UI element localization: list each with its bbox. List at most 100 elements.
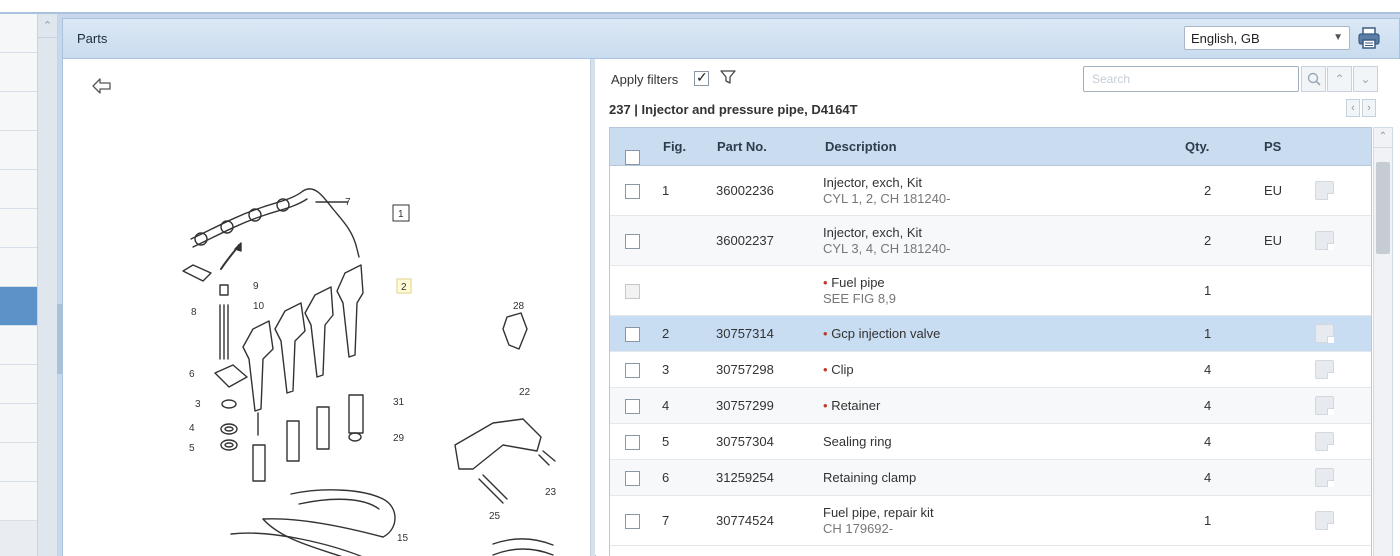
apply-filters-checkbox[interactable] bbox=[694, 69, 709, 86]
description-text: Sealing ring bbox=[823, 434, 892, 449]
next-section-button[interactable]: › bbox=[1362, 99, 1376, 117]
chevron-up-icon[interactable]: ⌃ bbox=[1374, 128, 1392, 148]
filter-funnel-icon[interactable] bbox=[720, 69, 736, 85]
callout-23[interactable]: 23 bbox=[545, 487, 557, 498]
table-row[interactable]: 2 30757314 • Gcp injection valve 1 bbox=[610, 316, 1371, 352]
cell-qty: 1 bbox=[1204, 283, 1212, 298]
row-checkbox[interactable] bbox=[625, 363, 640, 379]
callout-10[interactable]: 10 bbox=[253, 301, 265, 312]
nav-row[interactable] bbox=[0, 326, 37, 365]
row-checkbox[interactable] bbox=[625, 234, 640, 250]
language-select[interactable]: English, GB ▼ bbox=[1184, 26, 1350, 50]
row-checkbox[interactable] bbox=[625, 399, 640, 415]
nav-row[interactable] bbox=[0, 365, 37, 404]
nav-row[interactable] bbox=[0, 14, 37, 53]
row-checkbox[interactable] bbox=[625, 435, 640, 451]
table-scrollbar[interactable]: ⌃ bbox=[1373, 127, 1393, 556]
search-input[interactable] bbox=[1083, 66, 1299, 92]
nav-row[interactable] bbox=[0, 170, 37, 209]
cell-fig: 3 bbox=[662, 362, 670, 377]
nav-row[interactable] bbox=[0, 404, 37, 443]
exploded-parts-diagram[interactable]: 7 1 2 9 10 8 6 3 4 5 31 29 28 22 23 25 1… bbox=[63, 59, 591, 556]
left-rail-scrollbar[interactable]: ⌃ bbox=[37, 14, 57, 556]
note-icon[interactable] bbox=[1315, 324, 1334, 343]
note-icon[interactable] bbox=[1315, 181, 1334, 200]
nav-row[interactable] bbox=[0, 53, 37, 92]
injector-assembly-drawing: 7 1 2 9 10 8 6 3 4 5 31 29 28 22 23 25 1… bbox=[182, 188, 557, 556]
search-button[interactable] bbox=[1301, 66, 1326, 92]
table-row[interactable]: 1 36002236 Injector, exch, Kit CYL 1, 2, CH… bbox=[610, 166, 1371, 216]
table-row[interactable]: 4 30757299 • Retainer 4 bbox=[610, 388, 1371, 424]
cell-part-no: 30757314 bbox=[716, 326, 774, 341]
nav-row[interactable] bbox=[0, 131, 37, 170]
table-row[interactable]: 36002237 Injector, exch, Kit CYL 3, 4, CH … bbox=[610, 216, 1371, 266]
description-text: Retaining clamp bbox=[823, 470, 917, 485]
diagram-page-tabs[interactable] bbox=[111, 552, 223, 556]
nav-row[interactable] bbox=[0, 443, 37, 482]
nav-row[interactable] bbox=[0, 482, 37, 521]
scrollbar-thumb[interactable] bbox=[1376, 162, 1390, 254]
apply-filters-label: Apply filters bbox=[611, 72, 679, 87]
nav-row[interactable] bbox=[0, 92, 37, 131]
callout-1[interactable]: 1 bbox=[398, 209, 404, 220]
callout-31[interactable]: 31 bbox=[393, 397, 405, 408]
callout-9[interactable]: 9 bbox=[253, 281, 259, 292]
chevron-up-icon[interactable]: ⌃ bbox=[38, 14, 57, 38]
callout-6[interactable]: 6 bbox=[189, 369, 195, 380]
callout-29[interactable]: 29 bbox=[393, 433, 405, 444]
header-fig[interactable]: Fig. bbox=[663, 139, 686, 154]
search-next-button[interactable]: ⌄ bbox=[1353, 66, 1378, 92]
select-all-checkbox[interactable] bbox=[625, 150, 640, 165]
vertical-splitter[interactable] bbox=[591, 59, 595, 556]
row-checkbox[interactable] bbox=[625, 184, 640, 200]
printer-icon bbox=[1358, 27, 1380, 49]
table-row[interactable]: • Fuel pipe SEE FIG 8,9 1 bbox=[610, 266, 1371, 316]
callout-7[interactable]: 7 bbox=[345, 197, 351, 208]
nav-row-selected[interactable] bbox=[0, 287, 37, 326]
print-button[interactable] bbox=[1355, 25, 1383, 51]
search-previous-button[interactable]: ⌃ bbox=[1327, 66, 1352, 92]
callout-28[interactable]: 28 bbox=[513, 301, 525, 312]
cell-description-note: CYL 1, 2, CH 181240- bbox=[823, 191, 951, 206]
callout-2[interactable]: 2 bbox=[401, 282, 407, 293]
table-row[interactable]: 7 30774524 Fuel pipe, repair kit CH 179692-… bbox=[610, 496, 1371, 546]
previous-section-button[interactable]: ‹ bbox=[1346, 99, 1360, 117]
note-icon[interactable] bbox=[1315, 468, 1334, 487]
table-row[interactable]: 3 30757298 • Clip 4 bbox=[610, 352, 1371, 388]
callout-5[interactable]: 5 bbox=[189, 443, 195, 454]
note-icon[interactable] bbox=[1315, 231, 1334, 250]
header-qty[interactable]: Qty. bbox=[1185, 139, 1209, 154]
note-icon[interactable] bbox=[1315, 360, 1334, 379]
callout-25[interactable]: 25 bbox=[489, 511, 501, 522]
header-ps[interactable]: PS bbox=[1264, 139, 1281, 154]
note-icon[interactable] bbox=[1315, 396, 1334, 415]
note-icon[interactable] bbox=[1315, 511, 1334, 530]
cell-description: • Gcp injection valve bbox=[823, 326, 940, 341]
note-icon[interactable] bbox=[1315, 432, 1334, 451]
nav-row[interactable] bbox=[0, 209, 37, 248]
callout-8[interactable]: 8 bbox=[191, 307, 197, 318]
callout-15[interactable]: 15 bbox=[397, 533, 409, 544]
header-part-no[interactable]: Part No. bbox=[717, 139, 767, 154]
callout-3[interactable]: 3 bbox=[195, 399, 201, 410]
cell-description: Injector, exch, Kit bbox=[823, 175, 922, 190]
description-text: Retainer bbox=[831, 398, 881, 413]
description-text: Injector, exch, Kit bbox=[823, 175, 922, 190]
table-row[interactable]: 6 31259254 Retaining clamp 4 bbox=[610, 460, 1371, 496]
panel-header: Parts English, GB ▼ bbox=[63, 19, 1399, 59]
callout-22[interactable]: 22 bbox=[519, 387, 531, 398]
callout-4[interactable]: 4 bbox=[189, 423, 195, 434]
parts-panel: Parts English, GB ▼ 7 1 2 9 10 8 6 3 4 5… bbox=[62, 18, 1400, 556]
cell-fig: 2 bbox=[662, 326, 670, 341]
table-row[interactable]: 5 30757304 Sealing ring 4 bbox=[610, 424, 1371, 460]
cell-fig: 5 bbox=[662, 434, 670, 449]
description-text: Injector, exch, Kit bbox=[823, 225, 922, 240]
row-checkbox[interactable] bbox=[625, 327, 640, 343]
header-description[interactable]: Description bbox=[825, 139, 897, 154]
cell-description: Injector, exch, Kit bbox=[823, 225, 922, 240]
row-checkbox[interactable] bbox=[625, 514, 640, 530]
table-header: Fig. Part No. Description Qty. PS bbox=[610, 128, 1371, 166]
cell-description: Fuel pipe, repair kit bbox=[823, 505, 934, 520]
nav-row[interactable] bbox=[0, 248, 37, 287]
row-checkbox[interactable] bbox=[625, 471, 640, 487]
